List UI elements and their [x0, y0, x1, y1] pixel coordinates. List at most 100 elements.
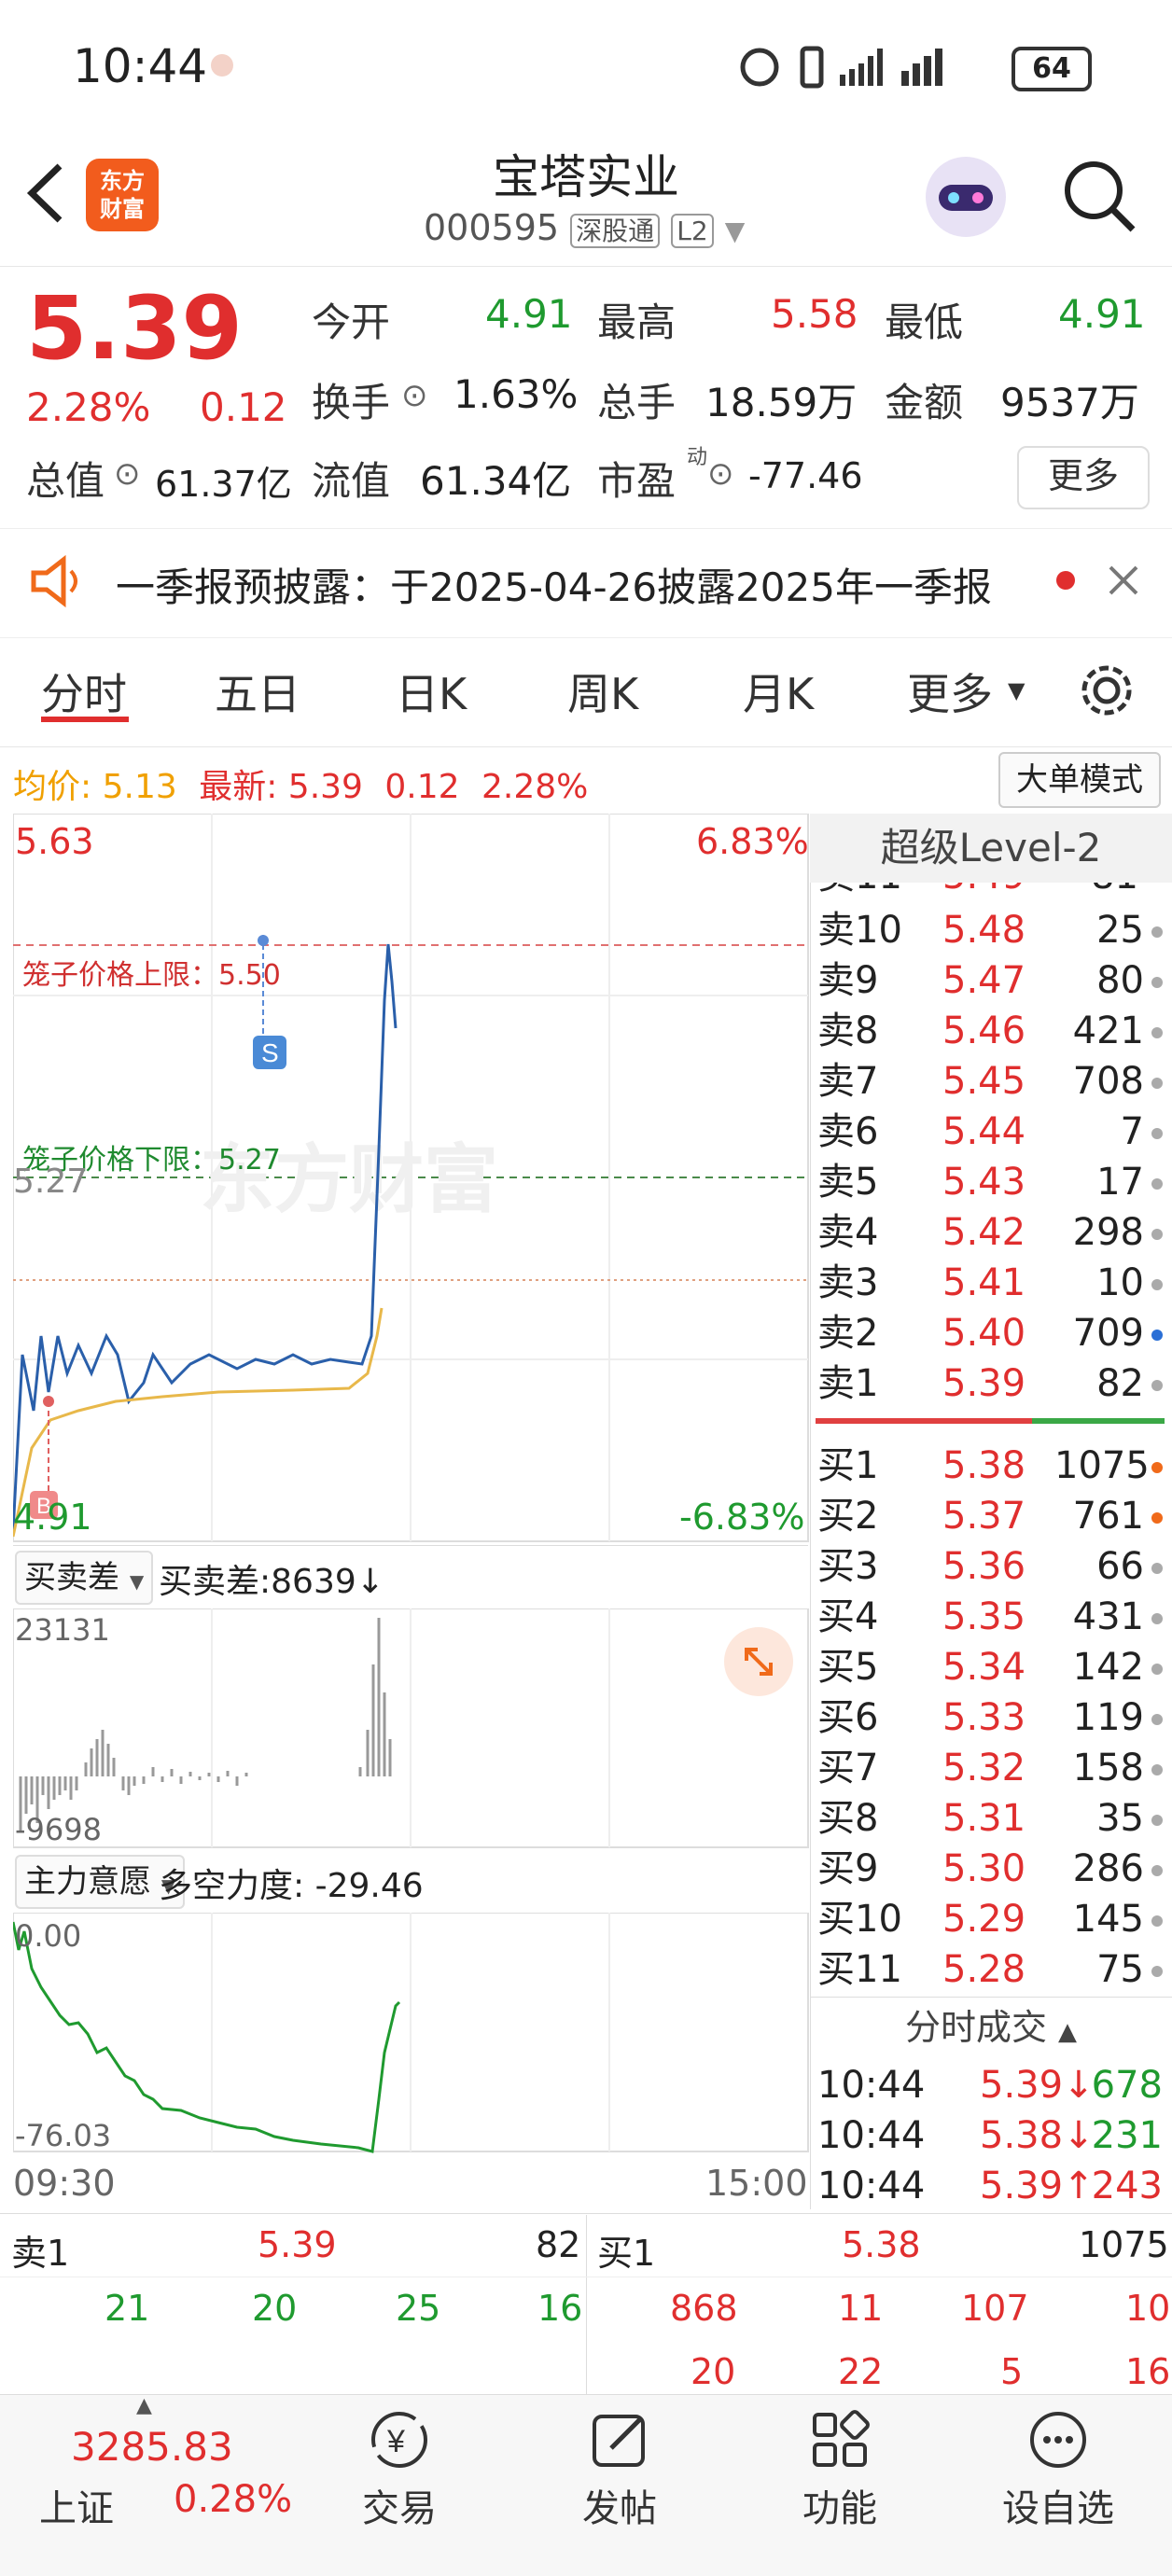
bid-label: 买9: [817, 1847, 879, 1890]
bottom-buy-label: 买1: [597, 2233, 656, 2274]
bid-row[interactable]: 买10 5.29 145: [817, 1894, 1165, 1944]
chevron-down-icon[interactable]: ▼: [1008, 677, 1025, 703]
chart-bottom-price: 4.91: [13, 1497, 92, 1538]
chart-mid-price: 5.27: [13, 1163, 89, 1201]
bid-row[interactable]: 买7 5.32 158: [817, 1743, 1165, 1793]
mktcap-value: 61.37亿: [155, 464, 292, 505]
ask-row[interactable]: 卖6 5.44 7: [817, 1107, 1165, 1157]
trades-title: 分时成交: [904, 2007, 1047, 2048]
trades-header[interactable]: 分时成交 ▲: [810, 1997, 1172, 2057]
change-amount: 0.12: [200, 384, 287, 430]
ask-row[interactable]: 卖9 5.47 80: [817, 955, 1165, 1006]
level2-title[interactable]: 超级Level-2: [810, 814, 1172, 883]
status-bar: 10:44 64: [0, 0, 1172, 131]
index-value[interactable]: 3285.83: [71, 2424, 233, 2470]
sub1-max: 23131: [15, 1612, 110, 1648]
bid-row[interactable]: 买1 5.38 1075: [817, 1441, 1165, 1491]
bid-label: 买5: [817, 1646, 879, 1689]
bid-row[interactable]: 买3 5.36 66: [817, 1541, 1165, 1592]
order-dot-icon: [1151, 1613, 1163, 1624]
ask-row[interactable]: 卖3 5.41 10: [817, 1258, 1165, 1308]
dropdown-arrow-icon[interactable]: ▼: [725, 216, 746, 246]
nav-post[interactable]: 发帖: [526, 2407, 713, 2532]
more-dots-icon: [1030, 2412, 1086, 2468]
bid-label: 买6: [817, 1696, 879, 1739]
search-icon[interactable]: [1058, 155, 1138, 235]
nav-trade[interactable]: ¥ 交易: [306, 2407, 493, 2532]
sell-queue-item: 16: [537, 2288, 583, 2329]
ask-price: 5.40: [942, 1312, 1026, 1355]
bid-volume: 286: [1072, 1847, 1144, 1890]
ask-row[interactable]: 卖2 5.40 709: [817, 1308, 1165, 1358]
close-icon[interactable]: [1107, 564, 1140, 597]
tab-monthly-k[interactable]: 月K: [743, 661, 814, 722]
bid-row[interactable]: 买11 5.28 75: [817, 1944, 1165, 1995]
ask-row[interactable]: 卖4 5.42 298: [817, 1207, 1165, 1258]
ask-volume: 25: [1096, 909, 1144, 952]
ask-row[interactable]: 卖10 5.48 25: [817, 905, 1165, 955]
ask-row[interactable]: 卖5 5.43 17: [817, 1157, 1165, 1207]
chart-top-pct: 6.83%: [696, 821, 809, 862]
nav-function[interactable]: 功能: [746, 2407, 933, 2532]
gear-icon[interactable]: [1077, 661, 1137, 720]
price-line: [13, 943, 398, 1533]
bid-price: 5.30: [942, 1847, 1026, 1890]
bottom-sell-label: 卖1: [11, 2233, 70, 2274]
big-order-mode-button[interactable]: 大单模式: [998, 752, 1161, 808]
ask-row-partial: 卖115.4981: [817, 883, 1165, 901]
tab-intraday[interactable]: 分时: [41, 661, 127, 722]
float-value: 61.34亿: [420, 458, 572, 504]
ask-row[interactable]: 卖8 5.46 421: [817, 1006, 1165, 1056]
intraday-chart[interactable]: 东方财富 S B: [13, 814, 810, 1543]
divider: [0, 746, 1172, 747]
ask-label: 卖8: [817, 1010, 879, 1052]
tab-more[interactable]: 更多: [907, 661, 993, 722]
order-dot-icon: [1151, 1512, 1163, 1524]
bid-volume: 66: [1096, 1545, 1144, 1588]
sub2-max: 0.00: [15, 1918, 82, 1954]
info-icon[interactable]: ⊙: [401, 377, 428, 414]
bid-price: 5.33: [942, 1696, 1026, 1739]
bid-row[interactable]: 买2 5.37 761: [817, 1491, 1165, 1541]
order-dot-icon: [1151, 1027, 1163, 1038]
info-icon[interactable]: ⊙: [114, 455, 141, 493]
tab-daily-k[interactable]: 日K: [396, 661, 467, 722]
index-name[interactable]: 上证: [39, 2478, 114, 2532]
ask-row[interactable]: 卖7 5.45 708: [817, 1056, 1165, 1107]
latest-change: 0.12: [384, 768, 460, 806]
tab-five-day[interactable]: 五日: [215, 661, 300, 722]
bid-row[interactable]: 买8 5.31 35: [817, 1793, 1165, 1844]
sell-queue-item: 25: [396, 2288, 441, 2329]
sub1-indicator-select[interactable]: 买卖差 ▼: [15, 1551, 154, 1605]
sub1-chart[interactable]: [13, 1608, 810, 1849]
sub2-chart[interactable]: [13, 1913, 810, 2153]
speaker-icon: [31, 554, 77, 608]
bid-row[interactable]: 买9 5.30 286: [817, 1844, 1165, 1894]
bid-volume: 431: [1072, 1595, 1144, 1638]
info-icon[interactable]: ⊙: [707, 455, 734, 493]
buy-queue-item: 868: [670, 2288, 738, 2329]
bid-row[interactable]: 买5 5.34 142: [817, 1642, 1165, 1692]
more-button[interactable]: 更多: [1017, 446, 1150, 509]
nav-add-watchlist[interactable]: 设自选: [965, 2407, 1151, 2532]
trade-price: 5.39↓: [980, 2064, 1095, 2107]
ask-row[interactable]: 卖1 5.39 82: [817, 1358, 1165, 1409]
divider: [0, 2213, 1172, 2214]
bid-row[interactable]: 买6 5.33 119: [817, 1692, 1165, 1743]
bottom-buy-vol: 1075: [1079, 2224, 1169, 2265]
chevron-up-icon[interactable]: ▲: [136, 2394, 152, 2417]
buy-queue-item: 22: [838, 2351, 884, 2392]
ask-price: 5.45: [942, 1060, 1026, 1103]
avg-label: 均价:: [13, 768, 92, 806]
ai-robot-avatar[interactable]: [926, 157, 1006, 237]
tab-weekly-k[interactable]: 周K: [567, 661, 638, 722]
index-pct[interactable]: 0.28%: [174, 2478, 292, 2521]
sub2-select-label: 主力意愿: [24, 1863, 151, 1901]
divider: [586, 2215, 587, 2394]
signal-icon-1: [840, 49, 883, 86]
bid-row[interactable]: 买4 5.35 431: [817, 1592, 1165, 1642]
expand-icon[interactable]: [724, 1627, 793, 1696]
order-dot-icon: [1151, 1330, 1163, 1341]
bid-volume: 158: [1072, 1747, 1144, 1789]
sub2-min: -76.03: [15, 2118, 112, 2153]
